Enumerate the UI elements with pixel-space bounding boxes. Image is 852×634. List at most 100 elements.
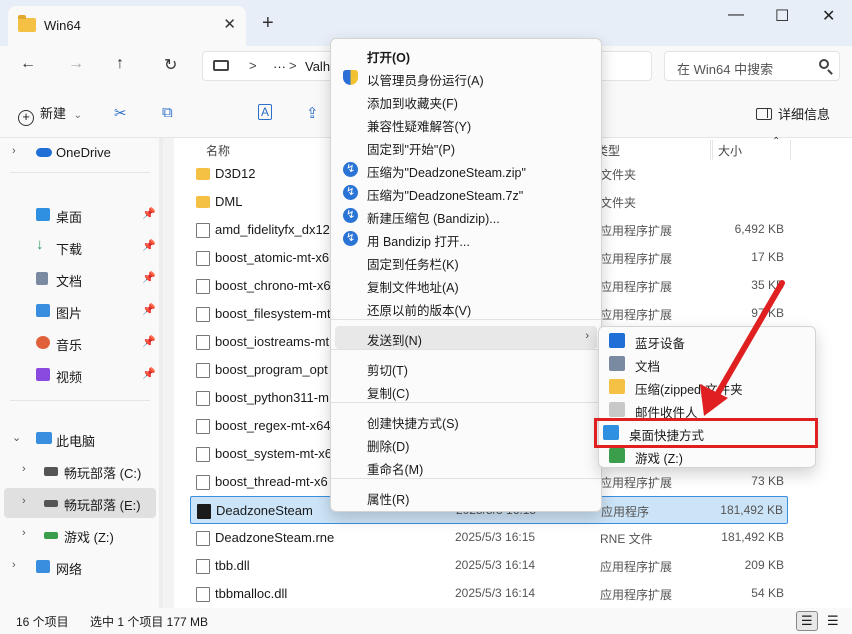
new-button[interactable]: + 新建 ⌄ — [18, 103, 82, 126]
context-menu-item[interactable]: 打开(O) — [335, 43, 597, 66]
sidebar-item-desktop[interactable]: 桌面 📌 — [0, 200, 158, 230]
zip-folder-icon — [609, 379, 625, 394]
sidebar-item-label: OneDrive — [56, 145, 111, 160]
pin-icon[interactable]: 📌 — [142, 271, 156, 284]
column-header-size[interactable]: 大小 — [718, 142, 742, 159]
sidebar-item-downloads[interactable]: ↓ 下载 📌 — [0, 232, 158, 262]
pin-icon[interactable]: 📌 — [142, 239, 156, 252]
chevron-right-icon[interactable]: › — [22, 527, 26, 539]
send-to-item[interactable]: 压缩(zipped)文件夹 — [603, 375, 811, 398]
sidebar-item-videos[interactable]: 视频 📌 — [0, 360, 158, 390]
context-menu-item[interactable]: 压缩为"DeadzoneSteam.7z" — [335, 181, 597, 204]
sidebar-item-drive-c[interactable]: › 畅玩部落 (C:) — [0, 456, 158, 486]
file-type: 应用程序 — [601, 505, 650, 519]
context-menu-item[interactable]: 还原以前的版本(V) — [335, 296, 597, 319]
sidebar-item-this-pc[interactable]: ⌄ 此电脑 — [0, 424, 158, 454]
maximize-button[interactable]: ☐ — [775, 6, 789, 26]
context-menu-item[interactable]: 用 Bandizip 打开... — [335, 227, 597, 250]
column-divider[interactable] — [710, 140, 711, 160]
context-menu-item[interactable]: 创建快捷方式(S) — [335, 409, 597, 432]
context-menu: 打开(O) 以管理员身份运行(A) 添加到收藏夹(F) 兼容性疑难解答(Y) 固定到"开… — [330, 38, 602, 512]
context-menu-item[interactable]: 复制(C) — [335, 379, 597, 402]
send-to-item[interactable]: 游戏 (Z:) — [603, 444, 811, 467]
context-menu-item[interactable]: 压缩为"DeadzoneSteam.zip" — [335, 158, 597, 181]
sidebar-item-drive-z[interactable]: › 游戏 (Z:) — [0, 520, 158, 550]
pin-icon[interactable]: 📌 — [142, 335, 156, 348]
sidebar-item-music[interactable]: 音乐 📌 — [0, 328, 158, 358]
details-view-button[interactable] — [796, 611, 818, 631]
context-menu-item[interactable]: 以管理员身份运行(A) — [335, 66, 597, 89]
sidebar-item-onedrive[interactable]: › OneDrive — [0, 138, 158, 168]
close-window-button[interactable]: ✕ — [822, 6, 835, 26]
sidebar-item-label: 图片 — [56, 306, 83, 321]
context-menu-label: 创建快捷方式(S) — [367, 417, 459, 431]
close-tab-icon[interactable]: ✕ — [223, 15, 236, 33]
send-to-item[interactable]: 桌面快捷方式 — [594, 418, 818, 448]
breadcrumb-overflow[interactable]: ··· — [273, 59, 286, 74]
context-menu-item[interactable]: 发送到(N) › — [335, 326, 597, 349]
chevron-right-icon[interactable]: › — [12, 145, 16, 157]
cut-icon[interactable]: ✂ — [114, 104, 127, 122]
back-button[interactable]: ← — [20, 55, 36, 73]
refresh-button[interactable]: ↻ — [164, 55, 177, 75]
minimize-button[interactable]: — — [728, 6, 744, 24]
forward-button[interactable]: → — [68, 55, 84, 73]
pin-icon[interactable]: 📌 — [142, 367, 156, 380]
context-menu-item[interactable]: 新建压缩包 (Bandizip)... — [335, 204, 597, 227]
chevron-right-icon: › — [585, 330, 589, 342]
context-menu-item[interactable]: 属性(R) — [335, 485, 597, 508]
column-header-name[interactable]: 名称 — [206, 142, 230, 159]
file-size: 73 KB — [751, 474, 784, 488]
send-to-label: 蓝牙设备 — [635, 337, 686, 351]
file-row[interactable]: DeadzoneSteam.rne 2025/5/3 16:15 RNE 文件 181… — [190, 524, 788, 552]
context-menu-item[interactable]: 固定到"开始"(P) — [335, 135, 597, 158]
file-row[interactable]: tbbmalloc.dll 2025/5/3 16:14 应用程序扩展 54 KB — [190, 580, 788, 608]
tab-win64[interactable]: Win64 ✕ — [8, 6, 246, 46]
shield-icon — [343, 70, 358, 85]
sidebar-item-drive-e[interactable]: › 畅玩部落 (E:) — [4, 488, 156, 518]
chevron-right-icon[interactable]: › — [22, 495, 26, 507]
chevron-right-icon[interactable]: › — [22, 463, 26, 475]
context-menu-label: 删除(D) — [367, 440, 410, 454]
send-to-label: 游戏 (Z:) — [635, 452, 683, 466]
file-row[interactable]: tbb.dll 2025/5/3 16:14 应用程序扩展 209 KB — [190, 552, 788, 580]
pin-icon[interactable]: 📌 — [142, 207, 156, 220]
sidebar-item-pictures[interactable]: 图片 📌 — [0, 296, 158, 326]
menu-divider — [331, 319, 601, 320]
chevron-right-icon[interactable]: > — [249, 58, 257, 73]
context-menu-item[interactable]: 添加到收藏夹(F) — [335, 89, 597, 112]
send-to-item[interactable]: 蓝牙设备 — [603, 329, 811, 352]
send-to-item[interactable]: 文档 — [603, 352, 811, 375]
file-name: tbbmalloc.dll — [215, 586, 288, 601]
file-size: 35 KB — [751, 278, 784, 292]
column-divider[interactable] — [790, 140, 791, 160]
rename-icon[interactable]: A — [258, 104, 273, 120]
pin-icon[interactable]: 📌 — [142, 303, 156, 316]
sidebar-scrollbar[interactable] — [159, 138, 163, 608]
chevron-right-icon[interactable]: > — [289, 58, 297, 73]
up-button[interactable]: ↑ — [116, 55, 124, 73]
column-divider[interactable] — [712, 140, 713, 160]
breadcrumb-item[interactable]: Valh — [305, 59, 330, 74]
details-pane-button[interactable]: 详细信息 — [756, 104, 830, 123]
sidebar-item-network[interactable]: › 网络 — [0, 552, 158, 582]
document-icon — [609, 356, 625, 371]
chevron-down-icon[interactable]: ⌄ — [12, 431, 21, 444]
sidebar-item-documents[interactable]: 文档 📌 — [0, 264, 158, 294]
context-menu-item[interactable]: 剪切(T) — [335, 356, 597, 379]
send-to-item[interactable]: 邮件收件人 — [603, 398, 811, 421]
search-input[interactable]: 在 Win64 中搜索 — [664, 51, 840, 81]
new-tab-button[interactable]: + — [262, 12, 274, 35]
thumbnail-view-button[interactable] — [822, 611, 844, 631]
file-icon — [196, 391, 210, 406]
context-menu-item[interactable]: 复制文件地址(A) — [335, 273, 597, 296]
context-menu-item[interactable]: 删除(D) — [335, 432, 597, 455]
chevron-right-icon[interactable]: › — [12, 559, 16, 571]
details-pane-icon — [756, 108, 772, 120]
context-menu-item[interactable]: 兼容性疑难解答(Y) — [335, 112, 597, 135]
copy-icon[interactable]: ⧉ — [162, 104, 173, 121]
search-icon — [819, 59, 829, 69]
share-icon[interactable]: ⇪ — [306, 104, 319, 122]
context-menu-item[interactable]: 重命名(M) — [335, 455, 597, 478]
context-menu-item[interactable]: 固定到任务栏(K) — [335, 250, 597, 273]
